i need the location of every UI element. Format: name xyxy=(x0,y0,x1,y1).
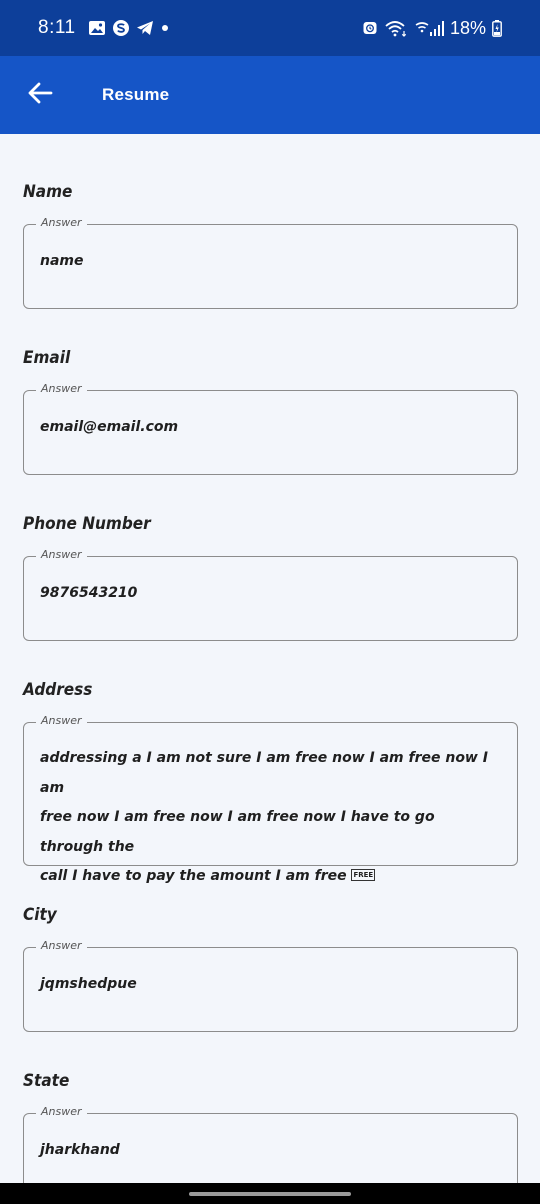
field-label: Address xyxy=(23,680,93,700)
navigation-bar xyxy=(0,1183,540,1204)
status-right-icons: 18% xyxy=(362,18,502,39)
status-bar: 8:11 18% xyxy=(0,0,540,56)
phone-number-value: 9876543210 xyxy=(40,585,138,601)
address-line: call I have to pay the amount I am free xyxy=(40,868,347,884)
free-badge: FREE xyxy=(351,869,376,881)
field-label: State xyxy=(23,1071,70,1091)
email-input[interactable]: Answer email@email.com xyxy=(23,382,518,475)
answer-legend: Answer xyxy=(36,548,87,561)
state-value: jharkhand xyxy=(40,1142,120,1158)
name-input[interactable]: Answer name xyxy=(23,216,518,309)
address-value: addressing a I am not sure I am free now… xyxy=(40,744,499,892)
address-line: addressing a I am not sure I am free now… xyxy=(40,750,488,796)
alarm-icon xyxy=(362,20,378,36)
field-label: Phone Number xyxy=(23,514,151,534)
app-bar: Resume xyxy=(0,56,540,134)
field-label: Email xyxy=(23,348,71,368)
arrow-left-icon xyxy=(27,82,53,108)
phone-number-input[interactable]: Answer 9876543210 xyxy=(23,548,518,641)
s-app-icon xyxy=(112,19,130,37)
field-label: Name xyxy=(23,182,73,202)
battery-percentage: 18% xyxy=(449,17,486,38)
home-gesture-handle[interactable] xyxy=(189,1191,351,1196)
answer-legend: Answer xyxy=(36,939,87,952)
telegram-icon xyxy=(136,20,154,36)
page-title: Resume xyxy=(102,85,170,104)
answer-legend: Answer xyxy=(36,216,87,229)
answer-legend: Answer xyxy=(36,714,87,727)
city-value: jqmshedpue xyxy=(40,976,137,992)
field-label: City xyxy=(23,905,57,925)
name-value: name xyxy=(40,253,84,269)
answer-legend: Answer xyxy=(36,382,87,395)
back-button[interactable] xyxy=(20,75,60,115)
address-input[interactable]: Answer addressing a I am not sure I am f… xyxy=(23,714,518,884)
signal-icon xyxy=(414,19,444,37)
address-line-last: call I have to pay the amount I am free … xyxy=(40,862,499,892)
battery-icon xyxy=(492,19,502,37)
gallery-icon xyxy=(88,20,106,36)
status-left-icons xyxy=(88,19,170,37)
city-input[interactable]: Answer jqmshedpue xyxy=(23,939,518,1032)
address-line: free now I am free now I am free now I h… xyxy=(40,809,435,855)
email-value: email@email.com xyxy=(40,419,179,435)
dot-icon xyxy=(160,23,170,33)
wifi-icon xyxy=(384,19,408,37)
status-time: 8:11 xyxy=(38,17,76,38)
answer-legend: Answer xyxy=(36,1105,87,1118)
